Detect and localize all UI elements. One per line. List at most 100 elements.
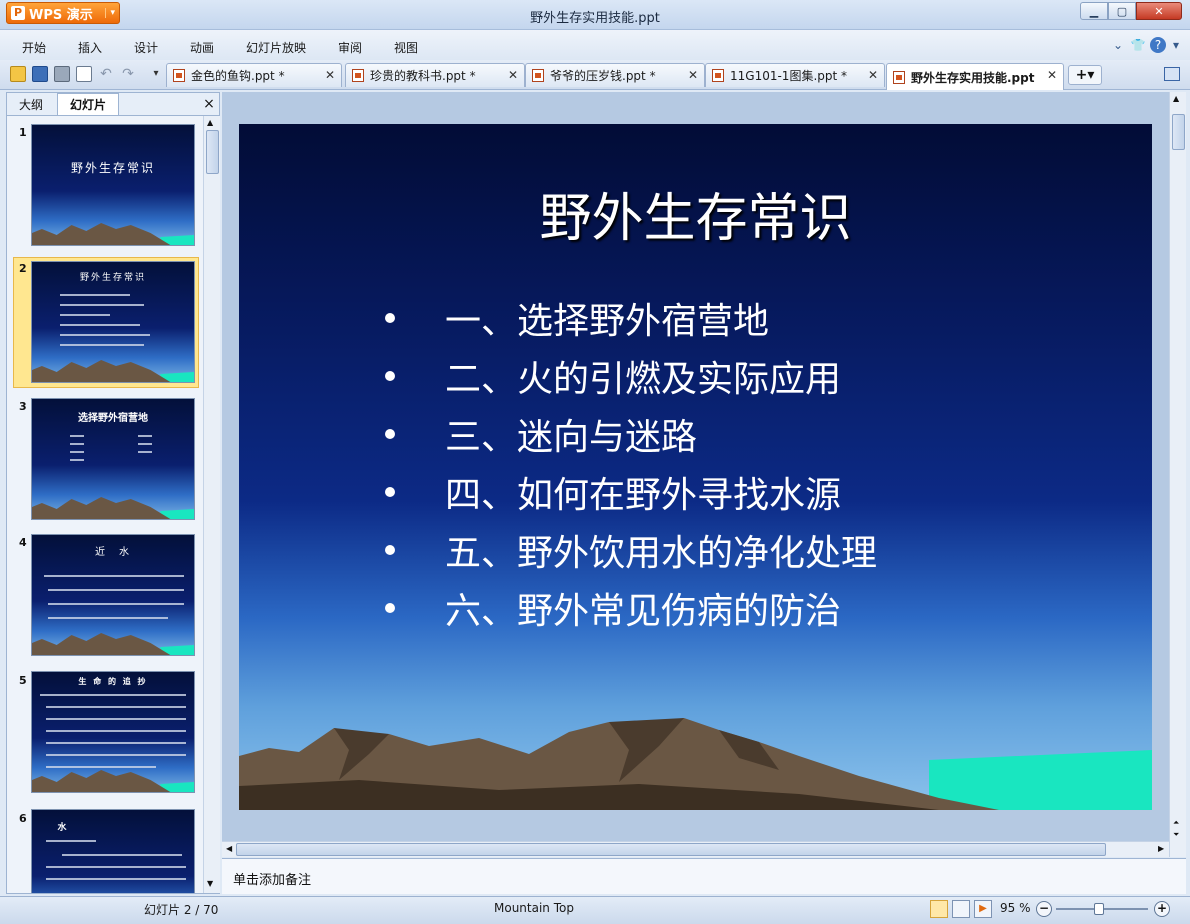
close-tab-icon[interactable]: ✕ — [325, 68, 335, 82]
slide-horizontal-scrollbar[interactable]: ◀ ▶ — [222, 841, 1169, 857]
close-tab-icon[interactable]: ✕ — [688, 68, 698, 82]
tab-slides[interactable]: 幻灯片 — [57, 93, 119, 115]
slide-sorter-icon[interactable] — [952, 900, 970, 918]
slide-title[interactable]: 野外生存常识 — [239, 176, 1152, 251]
menu-design[interactable]: 设计 — [134, 39, 158, 56]
thumbnail-slide-1[interactable]: 野外生存常识 — [31, 124, 195, 246]
thumbnail-number: 2 — [19, 262, 27, 275]
thumbnail-text-line — [40, 694, 186, 696]
maximize-button[interactable]: ▢ — [1108, 2, 1136, 20]
menu-slideshow[interactable]: 幻灯片放映 — [246, 39, 306, 56]
open-folder-icon[interactable] — [10, 66, 26, 82]
status-bar: 幻灯片 2 / 70 Mountain Top ▶ 95 % − + — [0, 896, 1190, 924]
save-icon[interactable] — [32, 66, 48, 82]
notes-placeholder: 单击添加备注 — [233, 873, 312, 888]
undo-icon[interactable]: ↶ — [98, 66, 114, 82]
doc-tab[interactable]: 珍贵的教科书.ppt * ✕ — [345, 63, 525, 87]
close-tab-icon[interactable]: ✕ — [1047, 68, 1057, 82]
thumbnail-slide-5[interactable]: 生 命 的 追 抄 — [31, 671, 195, 793]
doc-tab-label: 珍贵的教科书.ppt * — [370, 69, 476, 83]
tab-outline[interactable]: 大纲 — [9, 93, 53, 115]
help-icon[interactable]: ? — [1150, 37, 1166, 53]
thumbnail-text-line — [46, 742, 186, 744]
doc-tab[interactable]: 金色的鱼钩.ppt * ✕ — [166, 63, 342, 87]
thumbnail-list: 1 野外生存常识 2 野外生存常识 3 选择野外宿营地 4 近 水 5 生 命 … — [7, 116, 203, 893]
close-panel-icon[interactable]: × — [201, 93, 217, 115]
zoom-slider-handle[interactable] — [1094, 903, 1104, 915]
redo-icon[interactable]: ↷ — [120, 66, 136, 82]
thumbnail-text-line — [70, 451, 84, 453]
next-slide-icon[interactable]: ⏷ — [1173, 830, 1179, 840]
thumbnail-number: 3 — [19, 400, 27, 413]
thumbnail-slide-6[interactable]: 水 — [31, 809, 195, 893]
slide-bullet[interactable]: 六、野外常见伤病的防治 — [385, 582, 841, 634]
slide-bullet[interactable]: 二、火的引燃及实际应用 — [385, 350, 841, 402]
doc-tab-label: 爷爷的压岁钱.ppt * — [550, 69, 656, 83]
scroll-thumb[interactable] — [1172, 114, 1185, 150]
bullet-text: 五、野外饮用水的净化处理 — [445, 533, 878, 574]
thumbnail-text-line — [62, 854, 182, 856]
thumbnail-number: 6 — [19, 812, 27, 825]
scroll-down-icon[interactable]: ▼ — [207, 879, 213, 888]
thumbnail-scrollbar[interactable]: ▲ ▼ — [203, 116, 220, 893]
slide-bullet[interactable]: 四、如何在野外寻找水源 — [385, 466, 841, 518]
thumbnail-slide-2[interactable]: 野外生存常识 — [31, 261, 195, 383]
chevron-down-icon[interactable]: ⌄ — [1110, 37, 1126, 53]
notes-area[interactable]: 单击添加备注 — [222, 858, 1186, 894]
slide-canvas[interactable]: 野外生存常识 一、选择野外宿营地 二、火的引燃及实际应用 三、迷向与迷路 四、如… — [239, 124, 1152, 810]
thumbnail-text-line — [46, 706, 186, 708]
thumbnail-text-line — [138, 451, 152, 453]
zoom-level: 95 % — [1000, 901, 1031, 915]
print-icon[interactable] — [54, 66, 70, 82]
thumbnail-title: 野外生存常识 — [70, 161, 155, 175]
mountain-graphic — [32, 223, 194, 245]
menu-review[interactable]: 审阅 — [338, 39, 362, 56]
scroll-right-icon[interactable]: ▶ — [1158, 844, 1164, 853]
slide-vertical-scrollbar[interactable]: ▲ ⏶ ⏷ — [1169, 92, 1186, 857]
menu-animation[interactable]: 动画 — [190, 39, 214, 56]
scroll-up-icon[interactable]: ▲ — [1173, 94, 1179, 103]
close-tab-icon[interactable]: ✕ — [868, 68, 878, 82]
mountain-graphic — [32, 360, 194, 382]
new-tab-button[interactable]: +▾ — [1068, 65, 1102, 85]
scroll-thumb[interactable] — [236, 843, 1106, 856]
slide-bullet[interactable]: 一、选择野外宿营地 — [385, 292, 769, 344]
thumbnail-text-line — [60, 324, 140, 326]
normal-view-icon[interactable] — [930, 900, 948, 918]
zoom-in-button[interactable]: + — [1154, 901, 1170, 917]
doc-tab[interactable]: 11G101-1图集.ppt * ✕ — [705, 63, 885, 87]
close-button[interactable]: ✕ — [1136, 2, 1182, 20]
scroll-thumb[interactable] — [206, 130, 219, 174]
thumbnail-text-line — [48, 589, 184, 591]
menu-insert[interactable]: 插入 — [78, 39, 102, 56]
menu-home[interactable]: 开始 — [22, 39, 46, 56]
thumbnail-slide-3[interactable]: 选择野外宿营地 — [31, 398, 195, 520]
slide-bullet[interactable]: 三、迷向与迷路 — [385, 408, 697, 460]
menu-view[interactable]: 视图 — [394, 39, 418, 56]
previous-slide-icon[interactable]: ⏶ — [1173, 818, 1179, 828]
customize-toolbar-icon[interactable]: ▾ — [148, 66, 164, 82]
thumbnail-title: 野外生存常识 — [79, 273, 146, 283]
minimize-button[interactable]: ▁ — [1080, 2, 1108, 20]
slide-bullet[interactable]: 五、野外饮用水的净化处理 — [385, 524, 877, 576]
doc-tab[interactable]: 爷爷的压岁钱.ppt * ✕ — [525, 63, 705, 87]
scroll-left-icon[interactable]: ◀ — [226, 844, 232, 853]
bullet-dot — [385, 313, 395, 323]
thumbnail-text-line — [138, 443, 152, 445]
close-tab-icon[interactable]: ✕ — [508, 68, 518, 82]
tab-layout-icon[interactable] — [1164, 67, 1180, 81]
mountain-landscape — [239, 718, 1152, 810]
skin-shirt-icon[interactable]: 👕 — [1130, 37, 1146, 53]
thumbnail-text-line — [48, 603, 184, 605]
doc-tab-active[interactable]: 野外生存实用技能.ppt ✕ — [886, 63, 1064, 90]
thumbnail-text-line — [46, 840, 96, 842]
print-preview-icon[interactable] — [76, 66, 92, 82]
thumbnail-text-line — [48, 617, 168, 619]
scroll-up-icon[interactable]: ▲ — [207, 118, 213, 127]
zoom-out-button[interactable]: − — [1036, 901, 1052, 917]
title-bar: P WPS 演示 ▾ 野外生存实用技能.ppt ▁ ▢ ✕ — [0, 0, 1190, 30]
slideshow-icon[interactable]: ▶ — [974, 900, 992, 918]
help-dropdown-icon[interactable]: ▾ — [1168, 37, 1184, 53]
mountain-graphic — [32, 497, 194, 519]
thumbnail-slide-4[interactable]: 近 水 — [31, 534, 195, 656]
